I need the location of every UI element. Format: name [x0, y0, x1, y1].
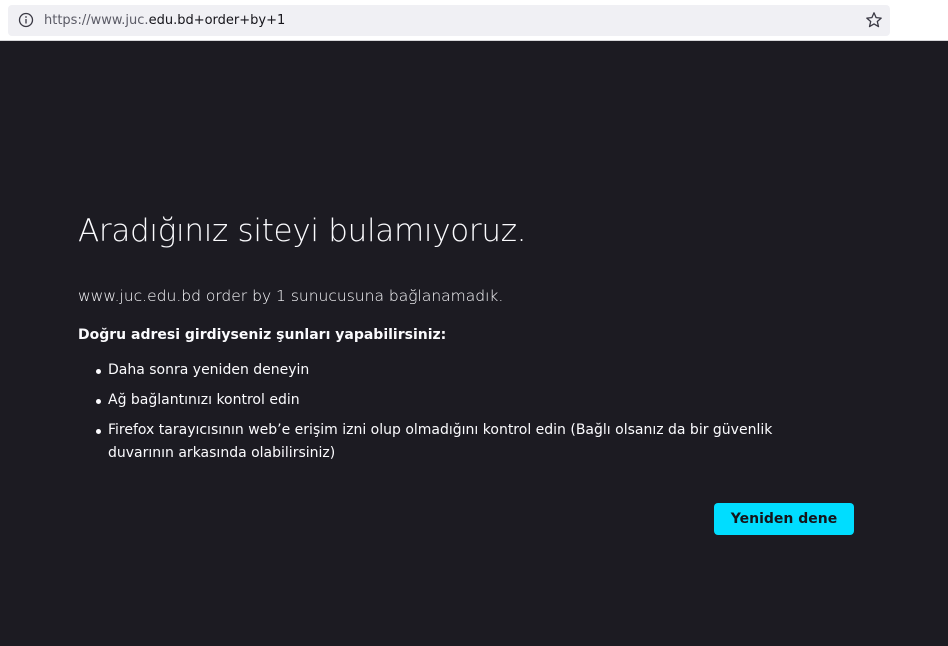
- page-title: Aradığınız siteyi bulamıyoruz.: [78, 213, 527, 249]
- advice-heading: Doğru adresi girdiyseniz şunları yapabil…: [78, 327, 447, 343]
- star-icon[interactable]: [865, 11, 883, 29]
- url-domain: edu.bd+order+by+1: [148, 13, 286, 28]
- try-again-button[interactable]: Yeniden dene: [714, 503, 854, 535]
- url-prefix: https://www.juc.: [44, 13, 149, 28]
- list-item: Firefox tarayıcısının web’e erişim izni …: [78, 419, 838, 465]
- info-icon[interactable]: [18, 12, 34, 28]
- advice-list: Daha sonra yeniden deneyin Ağ bağlantını…: [78, 359, 838, 472]
- browser-toolbar: https://www.juc.edu.bd+order+by+1: [0, 0, 948, 41]
- url-text[interactable]: https://www.juc.edu.bd+order+by+1: [44, 12, 285, 29]
- url-bar[interactable]: https://www.juc.edu.bd+order+by+1: [8, 5, 890, 36]
- list-item: Daha sonra yeniden deneyin: [78, 359, 838, 382]
- error-short-description: www.juc.edu.bd order by 1 sunucusuna bağ…: [78, 287, 504, 305]
- error-page-content: Aradığınız siteyi bulamıyoruz. www.juc.e…: [0, 41, 948, 646]
- list-item: Ağ bağlantınızı kontrol edin: [78, 389, 838, 412]
